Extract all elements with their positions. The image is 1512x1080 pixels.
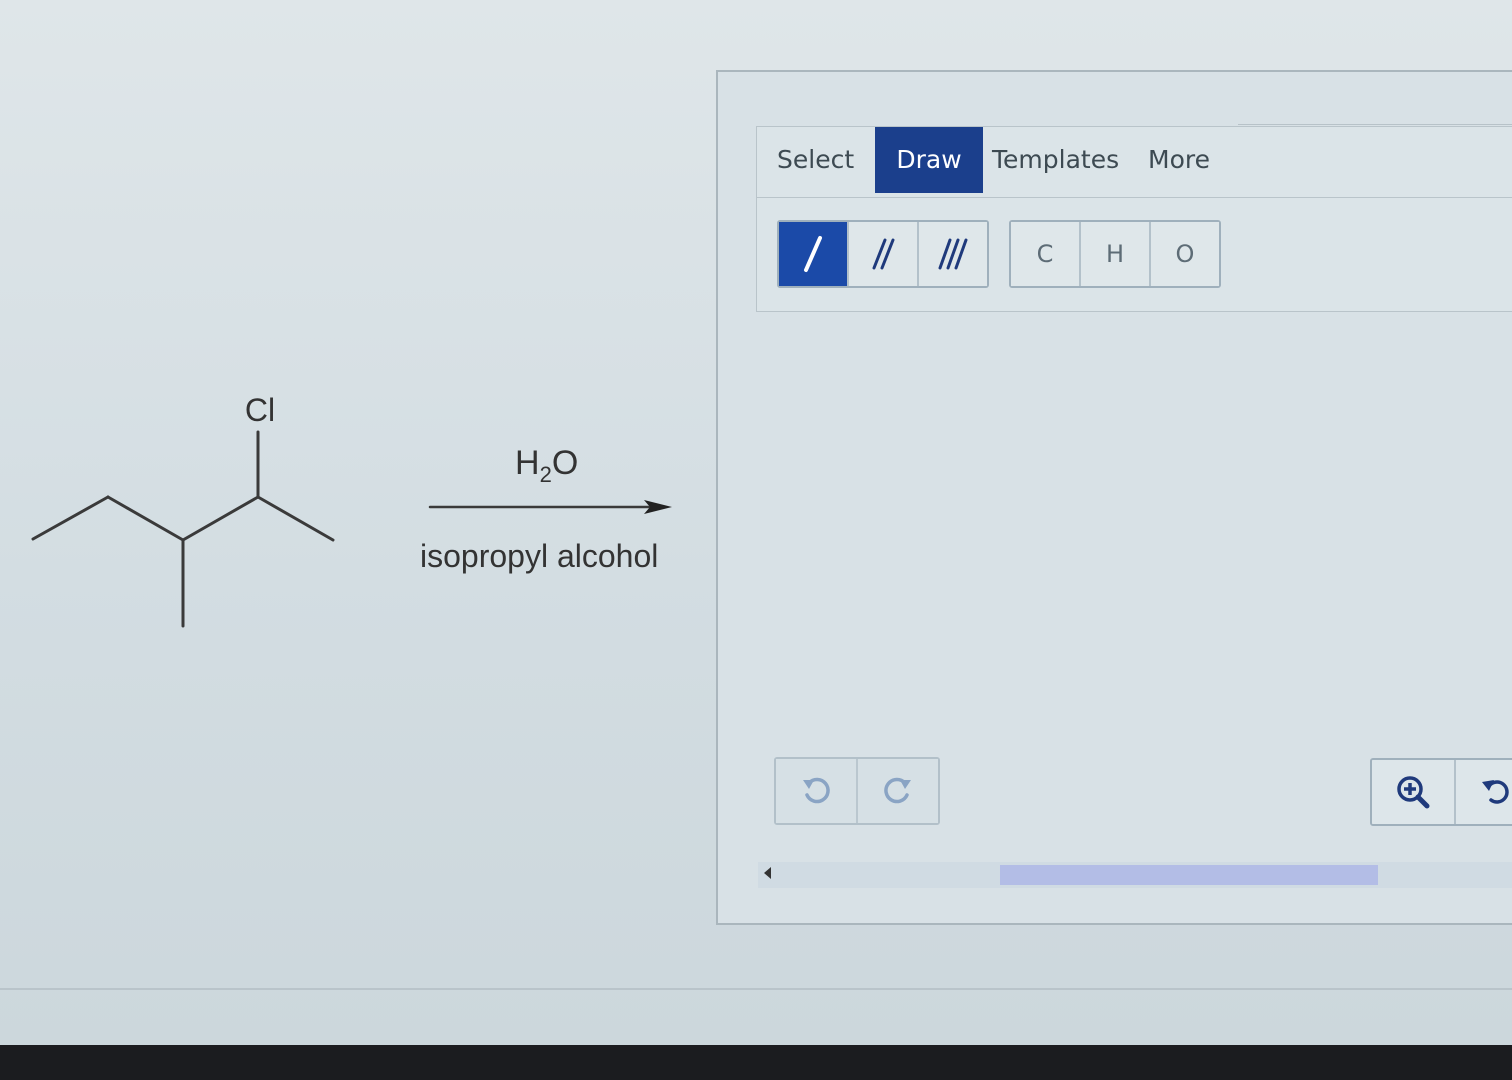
redo-icon	[884, 777, 911, 804]
monitor-bezel	[0, 1045, 1512, 1080]
bond-line	[181, 495, 260, 542]
horizontal-scrollbar[interactable]	[758, 862, 1512, 888]
zoom-in-icon	[1397, 776, 1430, 809]
carbon-atom-button[interactable]: C	[1011, 222, 1081, 286]
scroll-left-arrow-icon[interactable]	[764, 867, 771, 879]
bond-tool-group	[777, 220, 989, 288]
chlorine-label: Cl	[245, 392, 275, 428]
zoom-in-button[interactable]	[1372, 760, 1456, 824]
hydrogen-atom-button[interactable]: H	[1081, 222, 1151, 286]
reset-zoom-icon	[1482, 780, 1509, 804]
sketcher-toolbar: Select Draw Templates More C H O	[756, 126, 1512, 312]
top-rule	[1238, 124, 1512, 125]
molecule-sketcher: Select Draw Templates More C H O	[716, 70, 1512, 925]
triple-bond-icon	[938, 238, 968, 270]
tab-more[interactable]: More	[1148, 127, 1210, 193]
bond-line	[31, 495, 110, 541]
scroll-thumb[interactable]	[1000, 865, 1378, 885]
tab-select[interactable]: Select	[777, 127, 854, 193]
tab-templates[interactable]: Templates	[992, 127, 1119, 193]
atom-tool-group: C H O	[1009, 220, 1221, 288]
undo-icon	[803, 777, 830, 804]
double-bond-icon	[872, 238, 895, 270]
single-bond-icon	[804, 236, 822, 272]
single-bond-button[interactable]	[779, 222, 849, 286]
zoom-controls	[1370, 758, 1512, 826]
history-controls	[774, 757, 940, 825]
screen: Cl H2O isopropyl alcohol Select Draw Tem…	[0, 0, 1512, 1045]
reaction-scheme: Cl	[31, 392, 672, 628]
double-bond-button[interactable]	[849, 222, 919, 286]
tab-draw[interactable]: Draw	[875, 127, 983, 193]
undo-button[interactable]	[776, 759, 858, 823]
reagent-o: O	[551, 444, 579, 482]
bond-line	[256, 495, 335, 542]
tab-bar: Select Draw Templates More	[757, 127, 1512, 198]
reagent-h: H	[515, 444, 540, 482]
reset-zoom-button[interactable]	[1456, 760, 1512, 824]
reagent-above-arrow: H2O	[515, 444, 578, 488]
bond-line	[106, 495, 185, 542]
triple-bond-button[interactable]	[919, 222, 987, 286]
reagent-below-arrow: isopropyl alcohol	[420, 538, 659, 574]
footer-divider	[0, 988, 1512, 990]
reagent-subscript: 2	[539, 461, 552, 487]
oxygen-atom-button[interactable]: O	[1151, 222, 1219, 286]
redo-button[interactable]	[858, 759, 938, 823]
